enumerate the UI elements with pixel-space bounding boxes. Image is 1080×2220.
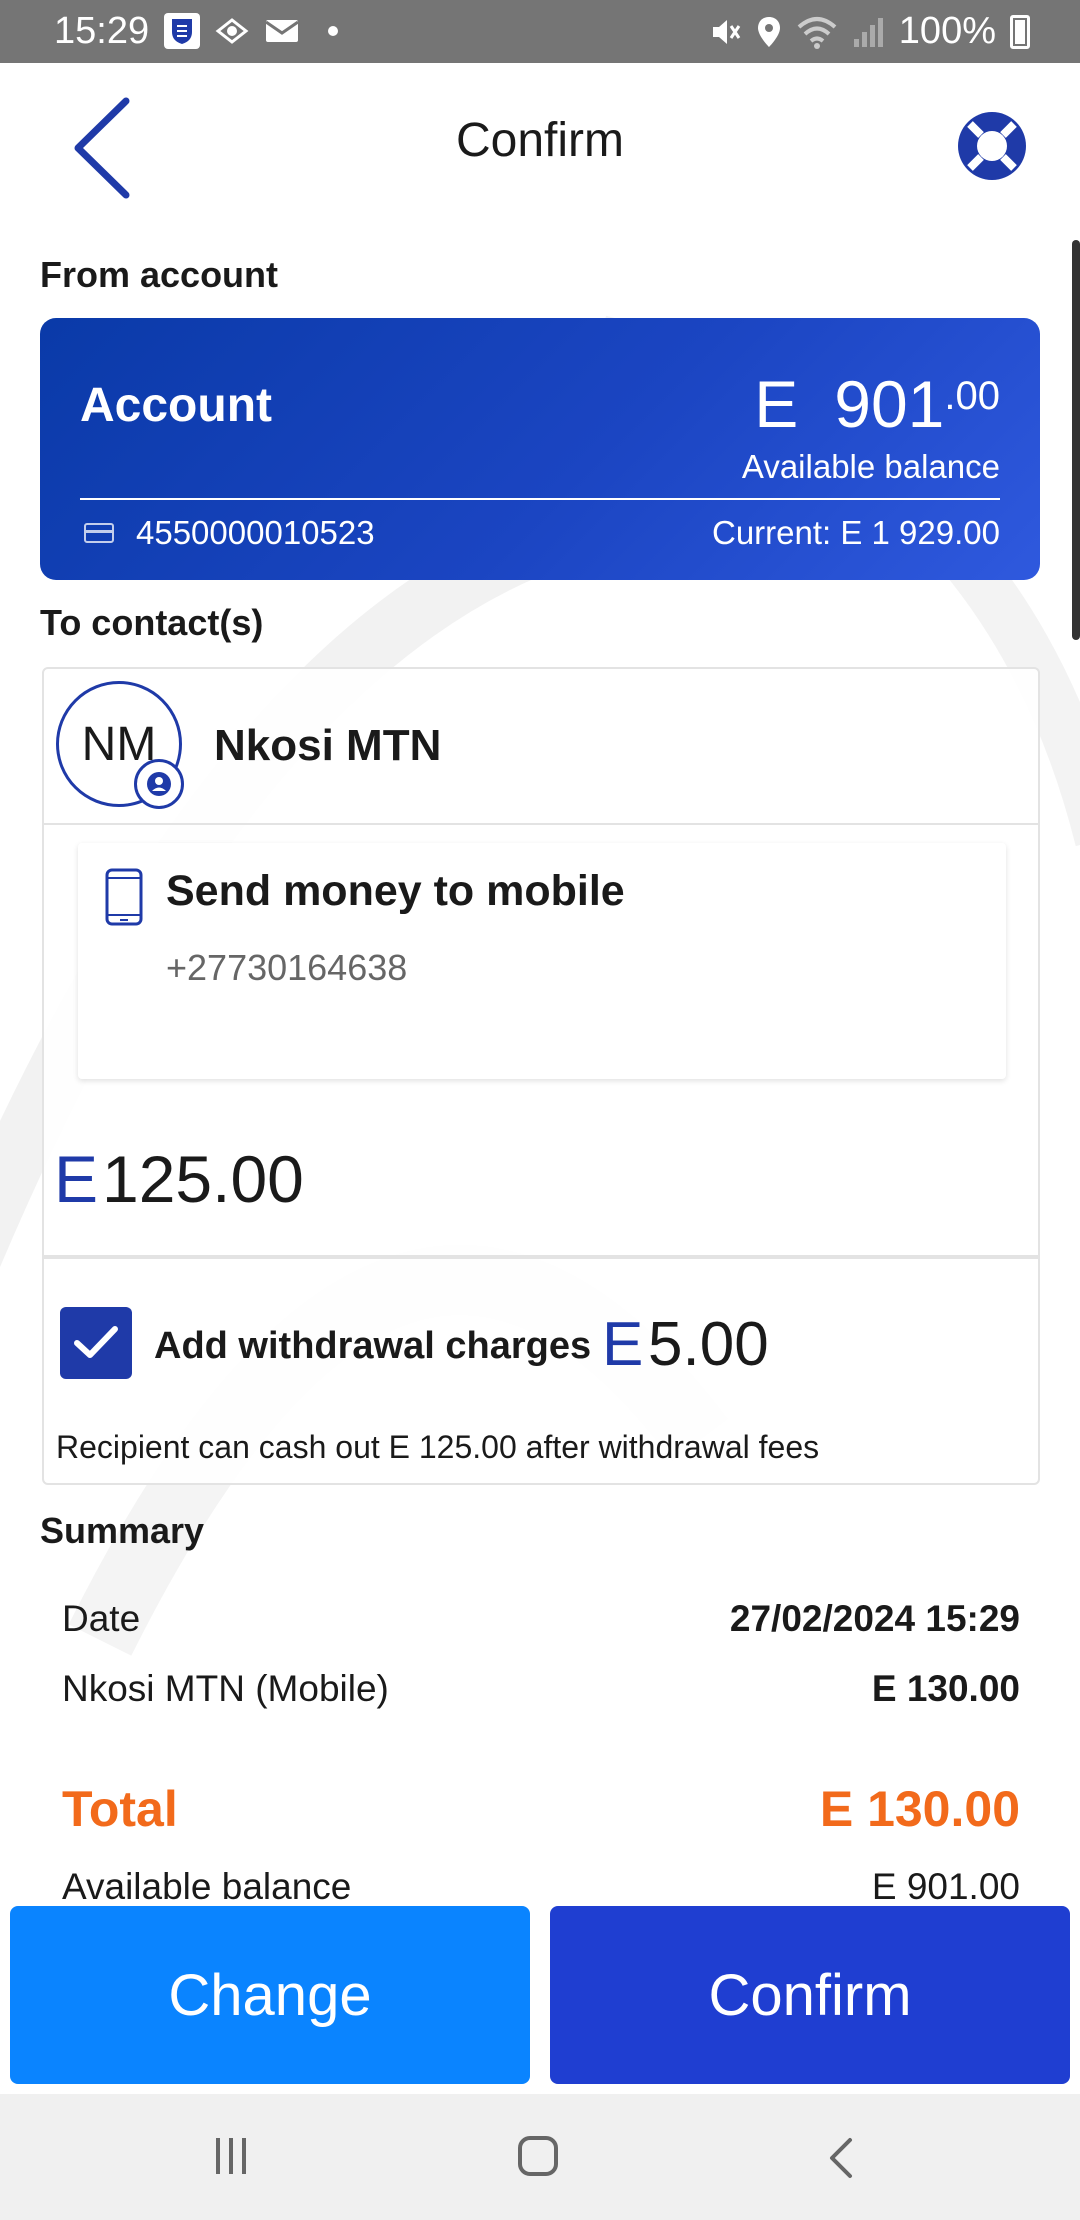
standard-bank-app-icon bbox=[164, 13, 200, 49]
account-card[interactable]: Account E 901 .00 Available balance 4550… bbox=[40, 318, 1040, 580]
amount-row: E 125.00 bbox=[44, 1091, 1038, 1259]
withdrawal-charges-checkbox[interactable] bbox=[60, 1307, 132, 1379]
nav-back-icon[interactable] bbox=[820, 2134, 864, 2182]
summary-date-row: Date 27/02/2024 15:29 bbox=[62, 1598, 1020, 1640]
wifi-icon bbox=[797, 16, 837, 49]
summary-available-row: Available balance E 901.00 bbox=[62, 1866, 1020, 1908]
location-icon bbox=[757, 16, 780, 47]
summary-label: Summary bbox=[40, 1510, 205, 1551]
card-icon bbox=[84, 523, 114, 543]
summary-available-value: E 901.00 bbox=[871, 1866, 1020, 1907]
payment-method-card[interactable]: Send money to mobile +27730164638 bbox=[78, 843, 1006, 1079]
available-balance-label: Available balance bbox=[741, 448, 1000, 485]
contact-name: Nkosi MTN bbox=[214, 721, 442, 770]
recipient-phone: +27730164638 bbox=[166, 947, 408, 988]
account-number-row: 4550000010523 bbox=[84, 514, 375, 552]
to-contact-label: To contact(s) bbox=[40, 602, 264, 643]
system-nav-bar bbox=[0, 2094, 1080, 2220]
recents-button[interactable] bbox=[216, 2138, 256, 2174]
mobile-phone-icon bbox=[105, 868, 143, 926]
status-bar: 15:29 100% bbox=[0, 0, 1080, 63]
account-number: 4550000010523 bbox=[136, 514, 375, 551]
contact-panel: NM Nkosi MTN Send money to mobile +27730… bbox=[42, 667, 1040, 1485]
summary-recipient-row: Nkosi MTN (Mobile) E 130.00 bbox=[62, 1668, 1020, 1710]
notification-icons bbox=[164, 13, 338, 49]
battery-percent: 100% bbox=[898, 10, 996, 52]
signal-icon bbox=[853, 17, 883, 47]
status-time: 15:29 bbox=[54, 10, 150, 52]
balance-currency: E bbox=[754, 367, 799, 441]
charges-currency: E bbox=[602, 1310, 644, 1379]
scrollbar[interactable] bbox=[1072, 240, 1080, 640]
system-icons: 100% bbox=[707, 10, 1030, 53]
summary-available-label: Available balance bbox=[62, 1866, 352, 1907]
confirm-button[interactable]: Confirm bbox=[550, 1906, 1070, 2084]
lifebuoy-icon bbox=[958, 112, 1026, 180]
summary-recipient-label: Nkosi MTN (Mobile) bbox=[62, 1668, 389, 1709]
help-button[interactable] bbox=[954, 108, 1030, 184]
current-balance: Current: E 1 929.00 bbox=[711, 514, 1000, 551]
page-title: Confirm bbox=[455, 114, 625, 167]
dot-icon bbox=[328, 26, 338, 36]
balance-main: 901 bbox=[834, 367, 945, 441]
app-header: Confirm bbox=[0, 63, 1080, 228]
mail-icon bbox=[264, 13, 300, 49]
mute-icon bbox=[712, 19, 741, 44]
charges-value: 5.00 bbox=[648, 1310, 769, 1379]
summary-date-value: 27/02/2024 15:29 bbox=[729, 1598, 1020, 1639]
total-label: Total bbox=[62, 1781, 178, 1837]
method-title: Send money to mobile bbox=[166, 867, 625, 915]
account-name: Account bbox=[80, 379, 272, 432]
card-divider bbox=[80, 498, 1000, 500]
checkmark-icon bbox=[74, 1326, 118, 1358]
from-account-label: From account bbox=[40, 254, 279, 295]
summary-date-label: Date bbox=[62, 1598, 141, 1639]
withdrawal-charges-label: Add withdrawal charges bbox=[154, 1325, 592, 1367]
amount-currency: E bbox=[54, 1142, 99, 1216]
person-badge-icon bbox=[134, 759, 184, 809]
total-value: E 130.00 bbox=[819, 1781, 1020, 1837]
summary-total-row: Total E 130.00 bbox=[62, 1780, 1020, 1838]
summary-recipient-value: E 130.00 bbox=[871, 1668, 1020, 1709]
battery-icon bbox=[1010, 14, 1030, 49]
available-balance-amount: E 901 .00 bbox=[754, 366, 1000, 442]
contact-row: NM Nkosi MTN bbox=[44, 669, 1038, 825]
withdrawal-charges-row: Add withdrawal charges E 5.00 Recipient … bbox=[44, 1259, 1038, 1485]
cashout-note: Recipient can cash out E 125.00 after wi… bbox=[56, 1429, 820, 1465]
change-button[interactable]: Change bbox=[10, 1906, 530, 2084]
app-icon bbox=[214, 13, 250, 49]
amount-value: 125.00 bbox=[102, 1142, 304, 1216]
balance-cents: .00 bbox=[944, 374, 1000, 418]
home-button[interactable] bbox=[518, 2136, 558, 2176]
